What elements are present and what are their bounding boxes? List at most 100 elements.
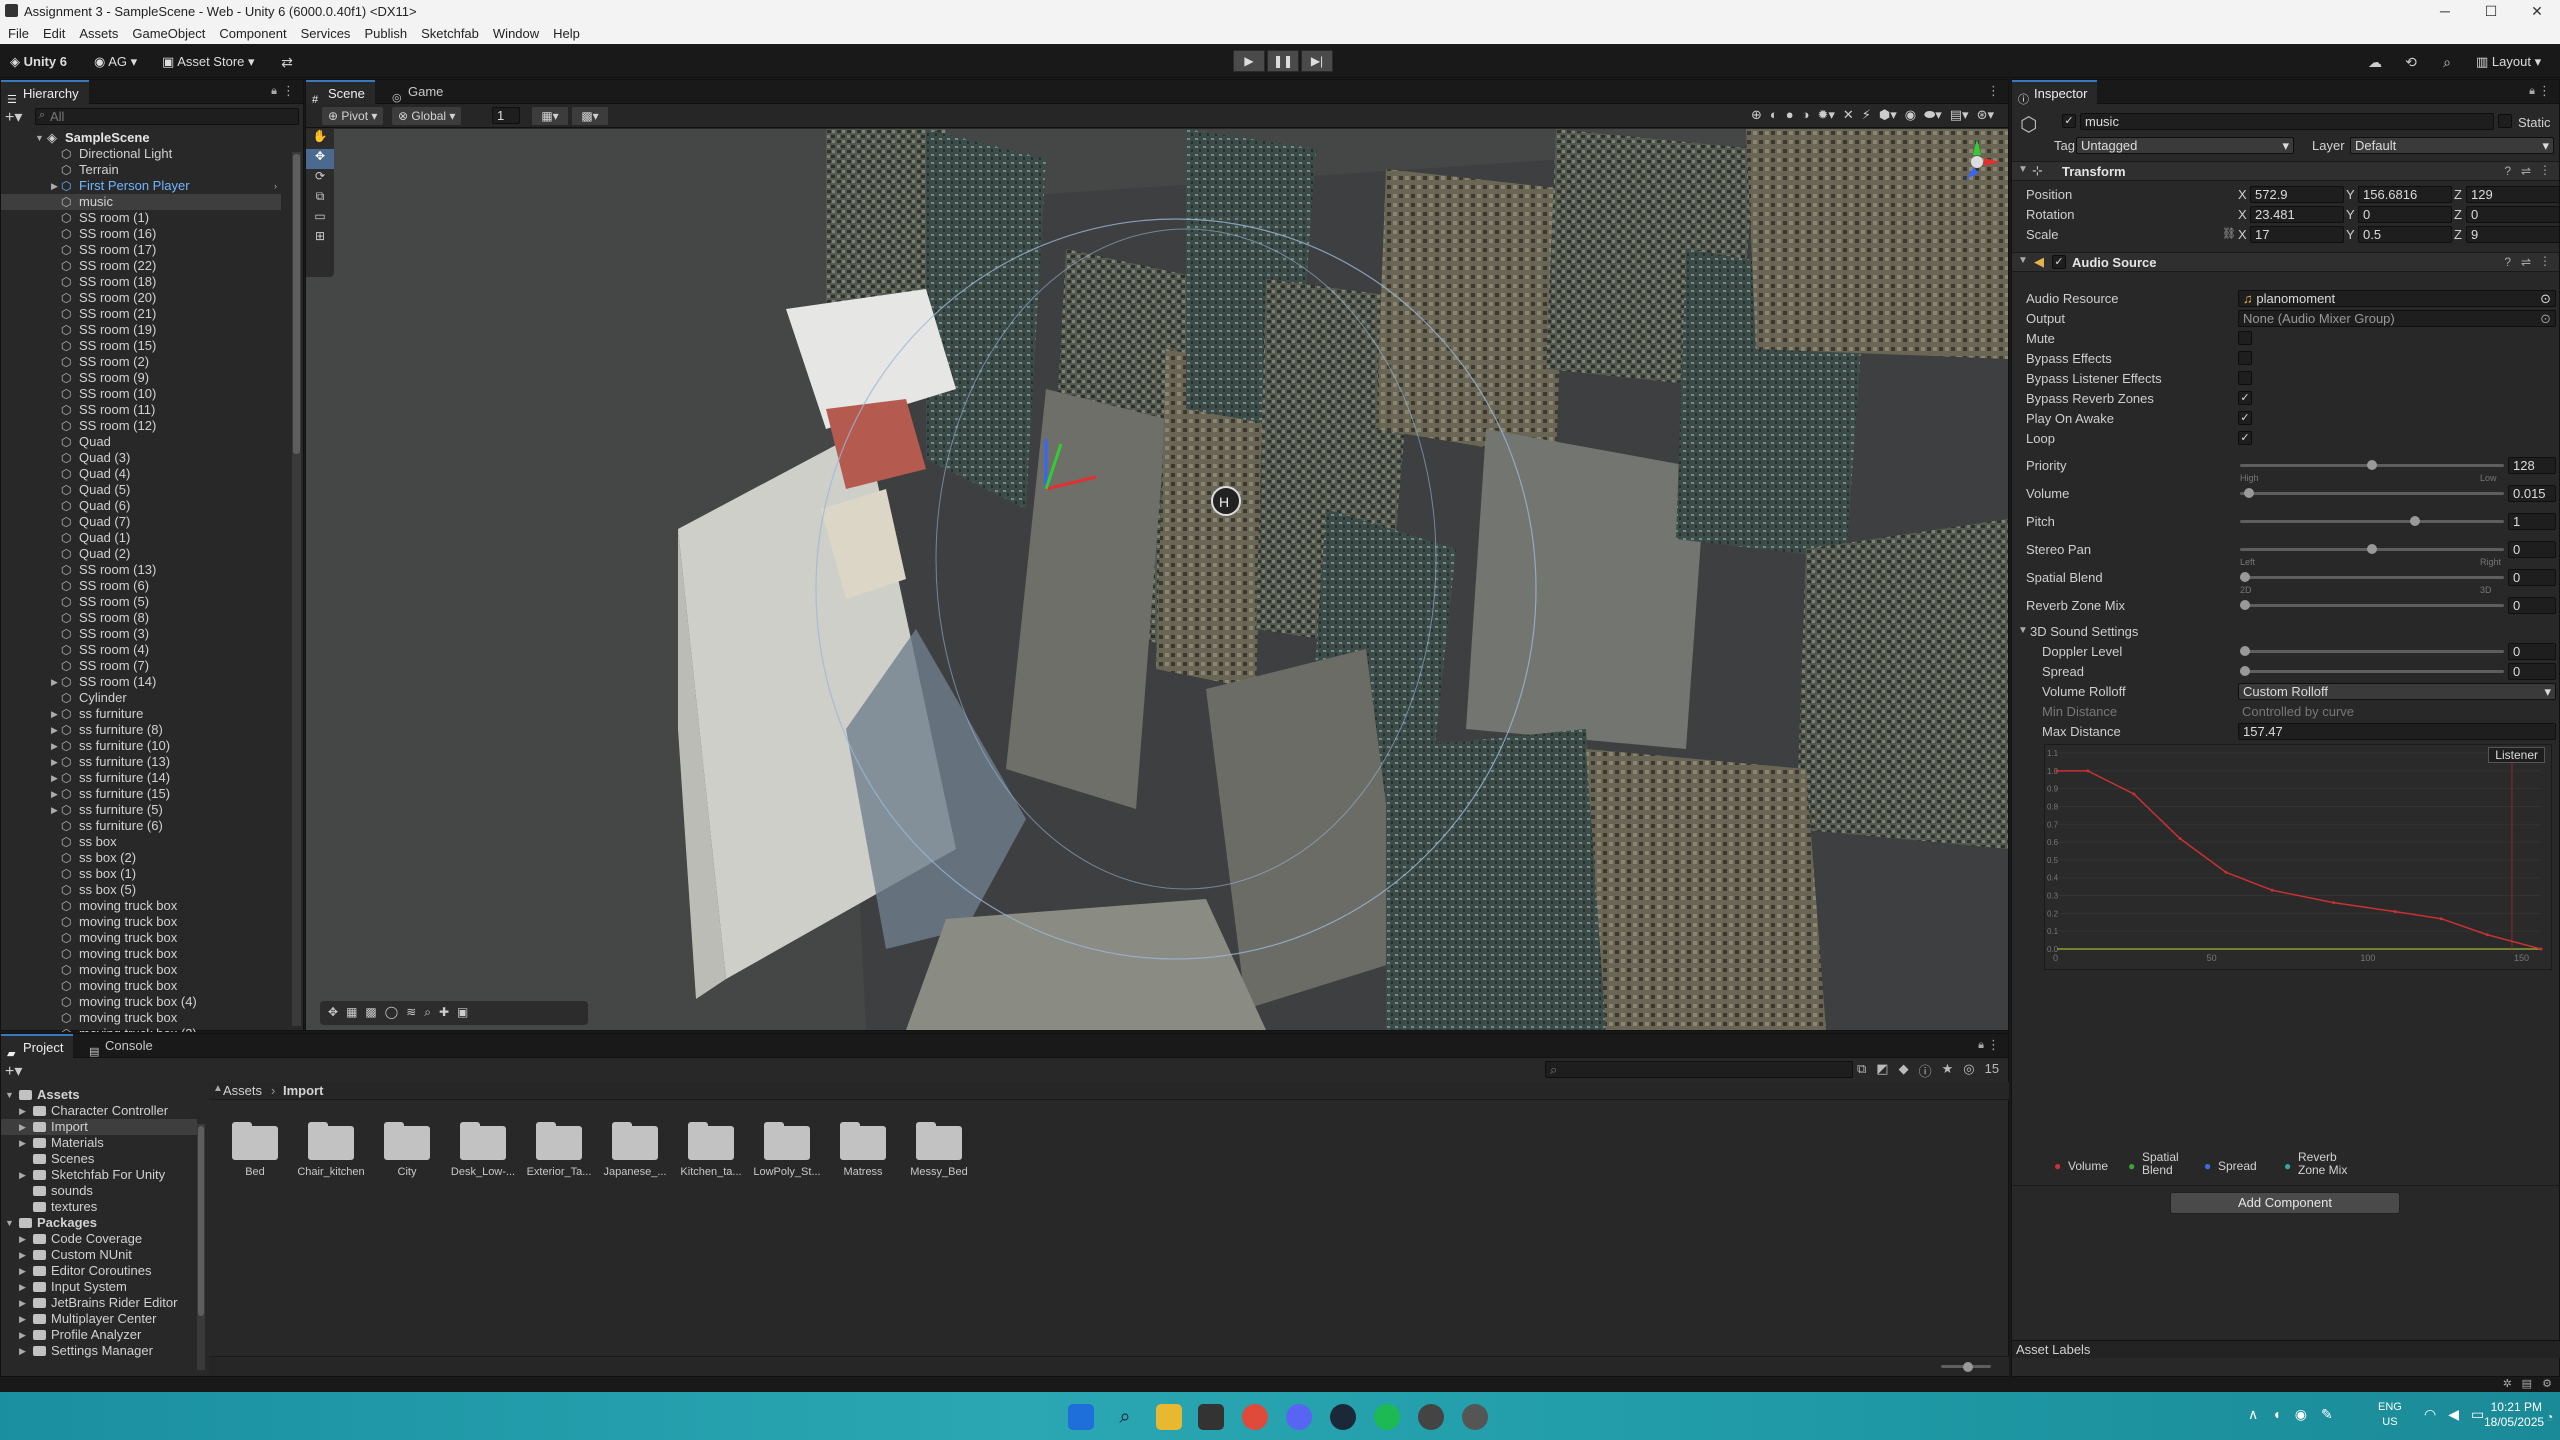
asset-folder-label[interactable]: Japanese_... — [597, 1166, 673, 1178]
legend-spatial-label[interactable]: Spatial Blend — [2142, 1151, 2186, 1177]
expand-arrow-icon[interactable]: ▶ — [51, 738, 58, 754]
battery-icon[interactable]: ▭ — [2471, 1406, 2484, 1423]
transform-scale-z-field[interactable]: 9 — [2466, 226, 2560, 243]
hierarchy-item[interactable]: ⬡ SS room (7) — [1, 658, 281, 674]
breadcrumb-import[interactable]: Import — [283, 1083, 323, 1098]
hierarchy-item[interactable]: ▶ ⬡ First Person Player › — [1, 178, 281, 194]
hierarchy-item[interactable]: ⬡ moving truck box (4) — [1, 994, 281, 1010]
hierarchy-search-input[interactable]: All — [35, 108, 299, 125]
project-tree-item[interactable]: ▶ Materials — [1, 1135, 197, 1151]
hierarchy-item[interactable]: ⬡ moving truck box — [1, 898, 281, 914]
pen-icon[interactable]: ✎ — [2321, 1406, 2333, 1423]
snap-increment-field[interactable]: 1 — [492, 107, 520, 124]
file-explorer-icon[interactable] — [1156, 1404, 1182, 1430]
spatial-slider-track[interactable] — [2240, 576, 2504, 579]
reverb_mix-slider-track[interactable] — [2240, 604, 2504, 607]
hierarchy-item[interactable]: ⬡ SS room (1) — [1, 210, 281, 226]
pitch-value-field[interactable]: 1 — [2508, 513, 2556, 530]
history-icon[interactable]: ⟲ — [2400, 52, 2422, 72]
hierarchy-item[interactable]: ⬡ SS room (21) — [1, 306, 281, 322]
global-dropdown[interactable]: ⊗ Global ▾ — [392, 107, 462, 125]
component-menu-icon[interactable]: ⋮ — [2539, 254, 2551, 268]
scene-row[interactable]: ▼ ◈ SampleScene — [1, 130, 281, 146]
reverb_mix-slider-knob[interactable] — [2240, 600, 2250, 610]
static-checkbox[interactable] — [2498, 114, 2512, 128]
hierarchy-item[interactable]: ⬡ SS room (20) — [1, 290, 281, 306]
asset-store-button[interactable]: ▣ Asset Store ▾ — [156, 52, 261, 72]
hierarchy-item[interactable]: ▶ ⬡ SS room (14) — [1, 674, 281, 690]
speaker-icon[interactable]: ◀ — [2448, 1406, 2459, 1423]
menu-file[interactable]: File — [8, 26, 29, 41]
expand-arrow-icon[interactable]: ▶ — [19, 1343, 26, 1359]
overlay-grid-icon[interactable]: ▦ — [346, 1005, 357, 1021]
hierarchy-item[interactable]: ⬡ moving truck box — [1, 930, 281, 946]
hierarchy-item[interactable]: ⬡ SS room (16) — [1, 226, 281, 242]
hierarchy-item[interactable]: ⬡ SS room (9) — [1, 370, 281, 386]
menu-edit[interactable]: Edit — [43, 26, 65, 41]
hierarchy-item[interactable]: ⬡ SS room (5) — [1, 594, 281, 610]
unity-editor-icon[interactable] — [1462, 1404, 1488, 1430]
spread-slider-track[interactable] — [2240, 670, 2504, 673]
tab-inspector[interactable]: ⓘ Inspector — [2012, 80, 2098, 106]
more-options-icon[interactable]: ⋮ — [1987, 83, 2000, 99]
pitch-slider-track[interactable] — [2240, 520, 2504, 523]
expand-arrow-icon[interactable]: ▶ — [19, 1327, 26, 1343]
project-tree-item[interactable]: sounds — [1, 1183, 197, 1199]
tag-dropdown[interactable]: Untagged ▾ — [2076, 137, 2294, 154]
language-indicator[interactable]: ENG US — [2378, 1400, 2402, 1430]
project-tree-item[interactable]: ▶ Sketchfab For Unity — [1, 1167, 197, 1183]
volume-curve-point[interactable] — [2332, 901, 2336, 905]
add-object-button[interactable]: +▾ — [5, 107, 22, 127]
asset-folder-label[interactable]: Kitchen_ta... — [673, 1166, 749, 1178]
asset-folder-icon[interactable] — [914, 1120, 964, 1160]
doppler-slider-track[interactable] — [2240, 650, 2504, 653]
expand-arrow-icon[interactable]: ▶ — [19, 1103, 26, 1119]
expand-arrow-icon[interactable]: ▶ — [51, 706, 58, 722]
foldout-arrow-icon[interactable]: ▼ — [2018, 255, 2028, 266]
menu-gameobject[interactable]: GameObject — [132, 26, 205, 41]
expand-arrow-icon[interactable]: ▶ — [19, 1295, 26, 1311]
expand-arrow-icon[interactable]: ▶ — [51, 786, 58, 802]
rolloff-curve-chart[interactable]: 1.1 1.0 0.9 0.8 0.7 0.6 0.5 0.4 0.3 0.2 0.1 0.0 0 50 1… — [2044, 744, 2552, 970]
view-options-icon[interactable]: ▤▾ — [1950, 107, 1969, 125]
icon-size-slider-knob[interactable] — [1963, 1362, 1973, 1372]
expand-arrow-icon[interactable]: ▶ — [51, 770, 58, 786]
notification-icon[interactable]: ▤ — [2522, 1377, 2532, 1390]
hierarchy-item[interactable]: ⬡ Quad — [1, 434, 281, 450]
hierarchy-item[interactable]: ⬡ Quad (5) — [1, 482, 281, 498]
hierarchy-item[interactable]: ⬡ moving truck box (3) — [1, 1026, 281, 1032]
help-icon[interactable]: ? — [2504, 255, 2511, 269]
asset-folder-icon[interactable] — [458, 1120, 508, 1160]
menu-services[interactable]: Services — [301, 26, 351, 41]
hierarchy-item[interactable]: ⬡ SS room (19) — [1, 322, 281, 338]
more-options-icon[interactable]: ⋮ — [2538, 83, 2551, 99]
hierarchy-item[interactable]: ⬡ SS room (11) — [1, 402, 281, 418]
overlay-orbit-icon[interactable]: ◯ — [385, 1005, 398, 1021]
asset-folder-icon[interactable] — [762, 1120, 812, 1160]
priority-slider-knob[interactable] — [2367, 460, 2377, 470]
expand-arrow-icon[interactable]: ▶ — [19, 1231, 26, 1247]
transform-position-z-field[interactable]: 129 — [2466, 186, 2560, 203]
audio-resource-field[interactable]: ♫ planomoment ⊙ — [2238, 290, 2556, 307]
expand-arrow-icon[interactable]: ▶ — [19, 1279, 26, 1295]
lock-icon[interactable]: 🔒︎ — [2529, 85, 2535, 98]
transform-header[interactable]: ▼ ⊹ Transform ? ⇌ ⋮ — [2012, 161, 2559, 181]
hierarchy-item[interactable]: ⬡ moving truck box — [1, 914, 281, 930]
3d-sound-settings-label[interactable]: 3D Sound Settings — [2030, 624, 2138, 639]
close-icon[interactable]: ✕ — [2514, 0, 2560, 22]
hierarchy-item[interactable]: ⬡ SS room (4) — [1, 642, 281, 658]
wifi-icon[interactable]: ◠ — [2424, 1406, 2436, 1423]
expand-arrow-icon[interactable]: ▶ — [51, 722, 58, 738]
shading-icon[interactable]: ◐ — [1770, 107, 1778, 125]
hierarchy-item[interactable]: ⬡ ss box (5) — [1, 882, 281, 898]
chrome-icon[interactable] — [1242, 1404, 1268, 1430]
menu-window[interactable]: Window — [493, 26, 539, 41]
doppler-slider-knob[interactable] — [2240, 646, 2250, 656]
transform-scale-x-field[interactable]: 17 — [2250, 226, 2344, 243]
project-tree-item[interactable]: ▶ Import — [1, 1119, 197, 1135]
breadcrumb-collapse-icon[interactable]: ▲ — [213, 1083, 223, 1094]
volume-curve-point[interactable] — [2224, 870, 2228, 874]
volume-curve-point[interactable] — [2178, 837, 2182, 841]
volume-curve-point[interactable] — [2270, 888, 2274, 892]
expand-arrow-icon[interactable]: ▶ — [19, 1311, 26, 1327]
